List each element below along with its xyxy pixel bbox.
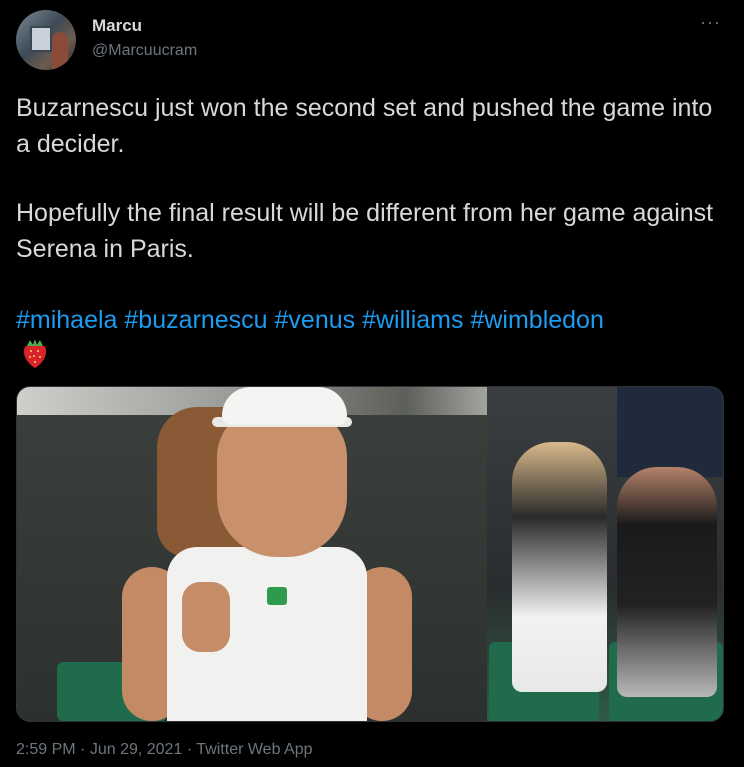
hashtag-mihaela[interactable]: #mihaela xyxy=(16,306,117,334)
photo-player-cap xyxy=(222,387,347,425)
hashtag-williams[interactable]: #williams xyxy=(362,306,463,334)
tweet-metadata: 2:59 PM · Jun 29, 2021 · Twitter Web App xyxy=(16,741,313,759)
strawberry-icon xyxy=(20,336,50,375)
photo-apparel-logo xyxy=(267,587,287,605)
hashtag-buzarnescu[interactable]: #buzarnescu xyxy=(124,306,267,334)
avatar[interactable] xyxy=(16,10,76,70)
photo-spectator xyxy=(617,387,723,477)
hashtag-venus[interactable]: #venus xyxy=(275,306,356,334)
avatar-sign xyxy=(30,26,52,52)
photo-spectator xyxy=(512,442,607,692)
user-handle[interactable]: @Marcuucram xyxy=(92,42,197,60)
hashtag-wimbledon[interactable]: #wimbledon xyxy=(470,306,603,334)
tweet-time-link[interactable]: 2:59 PM xyxy=(16,741,76,758)
display-name[interactable]: Marcu xyxy=(92,16,142,36)
avatar-person xyxy=(52,32,68,70)
tweet-photo[interactable] xyxy=(16,386,724,722)
more-options-icon[interactable]: ··· xyxy=(700,12,721,33)
meta-separator: · xyxy=(186,741,193,758)
photo-player-face xyxy=(217,407,347,557)
tweet-date-link[interactable]: Jun 29, 2021 xyxy=(90,741,183,758)
photo-player-fist xyxy=(182,582,230,652)
tweet-text-paragraph-1: Buzarnescu just won the second set and p… xyxy=(16,94,713,158)
hashtag-list: #mihaela #buzarnescu #venus #williams #w… xyxy=(16,302,604,338)
tweet-source-link[interactable]: Twitter Web App xyxy=(196,741,312,758)
photo-spectator xyxy=(617,467,717,697)
tweet-text-paragraph-2: Hopefully the final result will be diffe… xyxy=(16,199,714,263)
tweet: Marcu @Marcuucram ··· Buzarnescu just wo… xyxy=(0,0,744,767)
meta-separator: · xyxy=(80,741,86,758)
